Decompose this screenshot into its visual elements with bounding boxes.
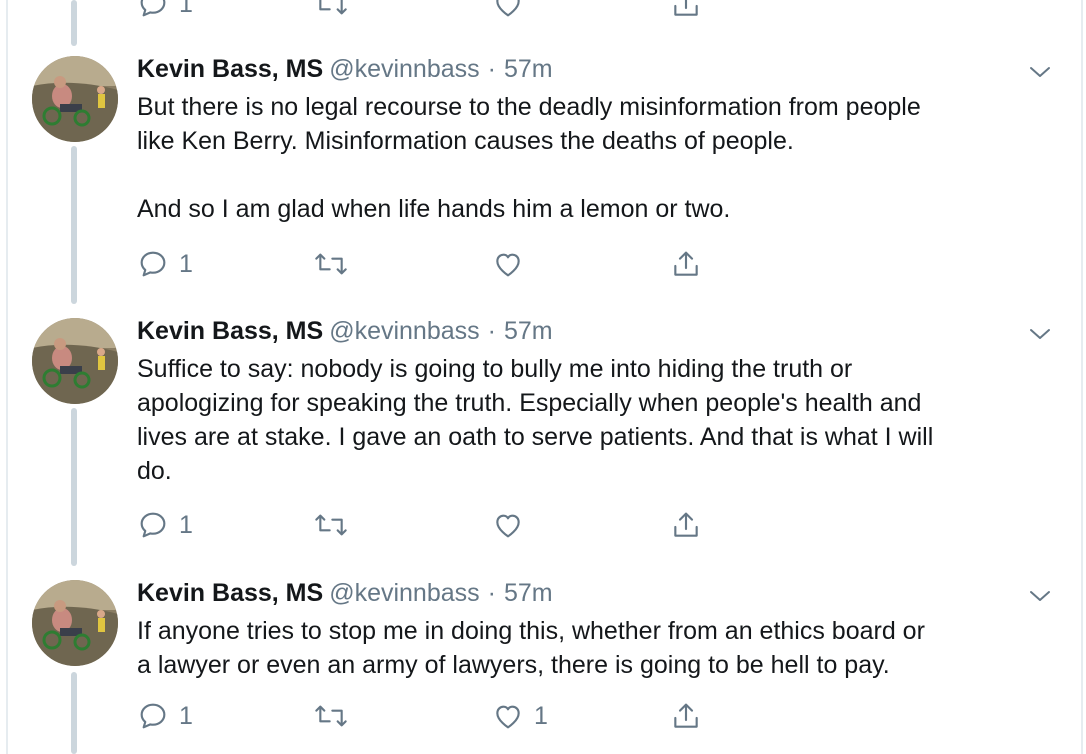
reply-icon — [140, 512, 166, 538]
share-button[interactable] — [670, 698, 702, 734]
avatar[interactable] — [32, 56, 118, 142]
share-button[interactable] — [670, 507, 702, 543]
user-handle[interactable]: @kevinnbass — [329, 579, 479, 607]
tweet-actions: 1 — [137, 246, 737, 282]
reply-button[interactable]: 1 — [137, 507, 193, 543]
timestamp[interactable]: 57m — [504, 55, 553, 83]
reply-icon — [140, 703, 166, 729]
user-name[interactable]: Kevin Bass, MS — [137, 55, 323, 83]
like-button[interactable] — [492, 507, 534, 543]
user-handle[interactable]: @kevinnbass — [329, 317, 479, 345]
retweet-button[interactable] — [313, 698, 359, 734]
more-options-button[interactable] — [1028, 326, 1052, 342]
chevron-down-icon — [1030, 329, 1050, 339]
tweet-header: Kevin Bass, MS @kevinnbass · 57m — [137, 316, 553, 346]
reply-icon — [140, 0, 166, 17]
retweet-button[interactable] — [313, 0, 349, 22]
like-count: 1 — [534, 702, 548, 730]
more-options-button[interactable] — [1028, 64, 1052, 80]
tweet-text: Suffice to say: nobody is going to bully… — [137, 355, 934, 485]
retweet-icon — [315, 705, 347, 727]
previous-tweet-actions: 1 — [0, 0, 1086, 18]
timestamp[interactable]: 57m — [504, 579, 553, 607]
tweet-actions: 1 — [137, 507, 737, 543]
tweet-header: Kevin Bass, MS @kevinnbass · 57m — [137, 54, 553, 84]
reply-button[interactable]: 1 — [137, 246, 193, 282]
reply-button[interactable]: 1 — [137, 0, 193, 22]
heart-icon — [496, 705, 520, 729]
share-icon — [674, 703, 698, 728]
share-icon — [674, 512, 698, 537]
share-icon — [674, 0, 698, 16]
user-name[interactable]: Kevin Bass, MS — [137, 317, 323, 345]
avatar[interactable] — [32, 318, 118, 404]
reply-count: 1 — [179, 0, 193, 18]
timeline-left-border — [6, 0, 8, 754]
heart-icon — [496, 253, 520, 277]
like-button[interactable]: 1 — [492, 698, 548, 734]
thread-line — [71, 146, 77, 304]
reply-count: 1 — [179, 250, 193, 278]
timeline-right-border — [1081, 0, 1083, 754]
thread-line — [71, 408, 77, 566]
timestamp[interactable]: 57m — [504, 317, 553, 345]
tweet-actions: 1 1 — [137, 698, 737, 734]
share-button[interactable] — [670, 0, 702, 22]
retweet-icon — [315, 253, 347, 275]
heart-icon — [496, 514, 520, 538]
retweet-button[interactable] — [313, 246, 359, 282]
thread-line — [71, 672, 77, 754]
chevron-down-icon — [1030, 67, 1050, 77]
user-handle[interactable]: @kevinnbass — [329, 55, 479, 83]
share-button[interactable] — [670, 246, 702, 282]
avatar[interactable] — [32, 580, 118, 666]
separator: · — [487, 317, 496, 345]
reply-count: 1 — [179, 702, 193, 730]
tweet-text: But there is no legal recourse to the de… — [137, 93, 921, 223]
share-icon — [674, 251, 698, 276]
chevron-down-icon — [1030, 591, 1050, 601]
reply-count: 1 — [179, 511, 193, 539]
like-button[interactable] — [492, 246, 534, 282]
more-options-button[interactable] — [1028, 588, 1052, 604]
user-name[interactable]: Kevin Bass, MS — [137, 579, 323, 607]
reply-icon — [140, 251, 166, 277]
tweet-header: Kevin Bass, MS @kevinnbass · 57m — [137, 578, 553, 608]
heart-icon — [496, 0, 520, 17]
tweet-text: If anyone tries to stop me in doing this… — [137, 617, 925, 679]
like-button[interactable] — [492, 0, 524, 22]
separator: · — [487, 55, 496, 83]
retweet-button[interactable] — [313, 507, 359, 543]
retweet-icon — [319, 0, 347, 15]
retweet-icon — [315, 514, 347, 536]
reply-button[interactable]: 1 — [137, 698, 193, 734]
separator: · — [487, 579, 496, 607]
